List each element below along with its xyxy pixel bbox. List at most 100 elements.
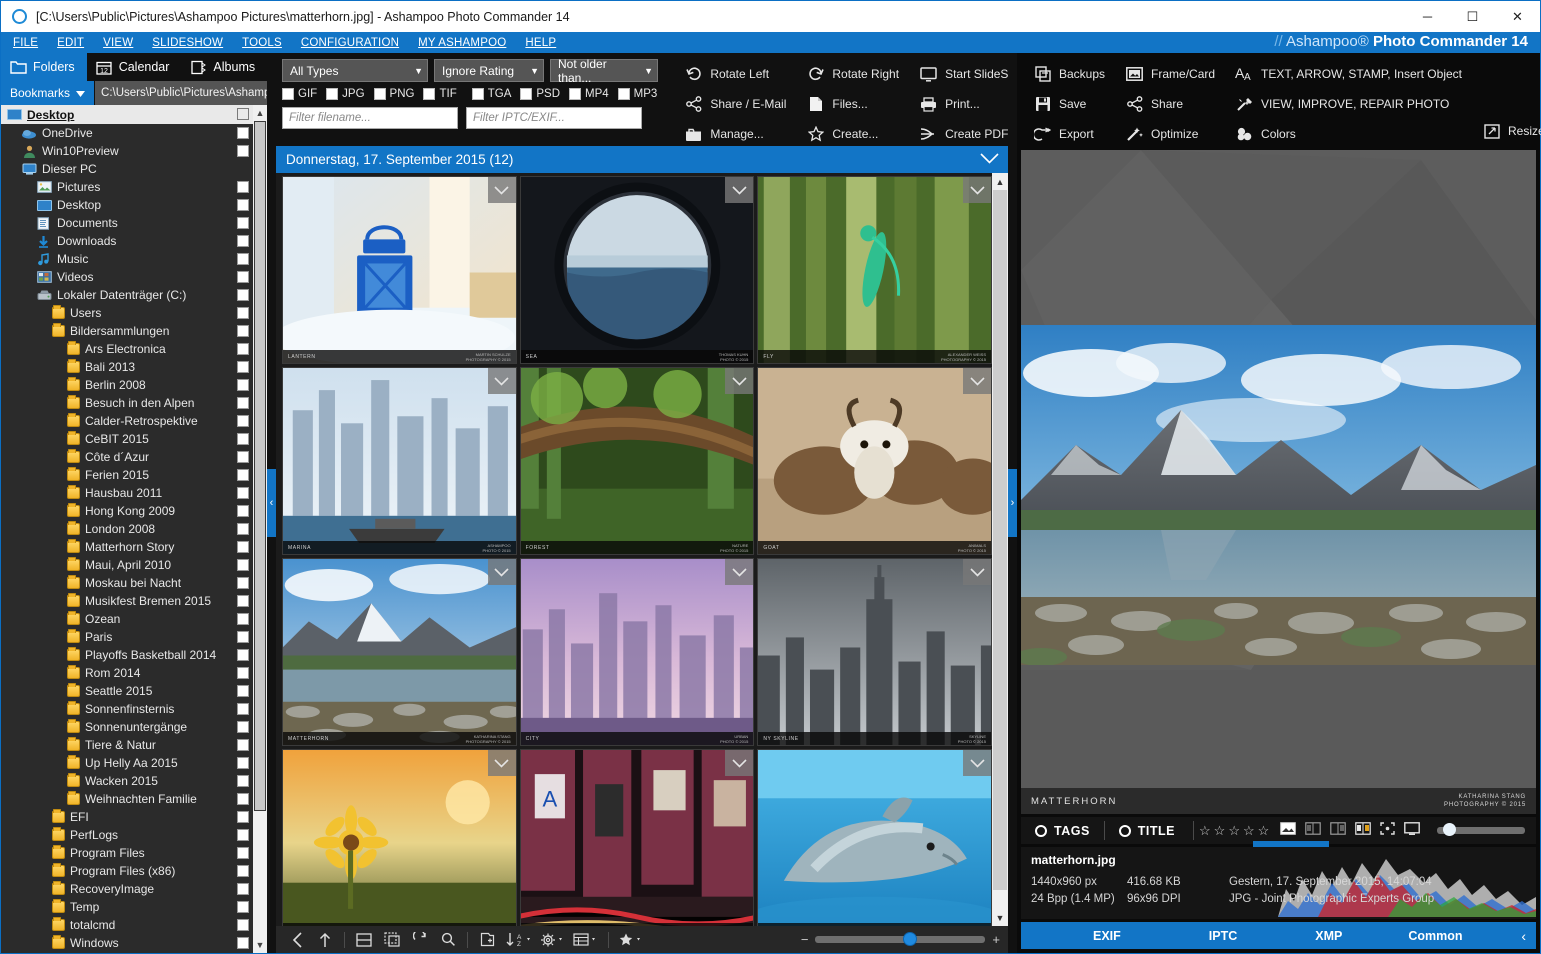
editor-view-improve-repair-photo[interactable]: VIEW, IMPROVE, REPAIR PHOTO <box>1231 96 1478 112</box>
tree-item[interactable]: Maui, April 2010 <box>1 556 253 574</box>
tree-item-checkbox[interactable] <box>237 487 249 499</box>
thumbnail-item[interactable]: MATTERHORNKATHARINA STANGPHOTOGRAPHY © 2… <box>282 558 517 746</box>
rating-filter-select[interactable]: Ignore Rating ▼ <box>434 59 544 82</box>
collapse-metadata-button[interactable]: ‹ <box>1521 928 1526 944</box>
tab-xmp[interactable]: XMP <box>1315 929 1342 943</box>
format-checkbox-tga[interactable]: TGA <box>472 88 512 100</box>
path-breadcrumb[interactable]: C:\Users\Public\Pictures\Ashampoo Pictur… <box>95 81 267 105</box>
tree-item-checkbox[interactable] <box>237 883 249 895</box>
folder-tree[interactable]: DesktopOneDriveWin10PreviewDieser PCPict… <box>1 105 253 953</box>
tree-item[interactable]: Program Files <box>1 844 253 862</box>
image-view-icon[interactable] <box>1280 822 1296 840</box>
tab-albums[interactable]: Albums <box>181 53 267 81</box>
thumbnail-item[interactable]: NY SKYLINESKYLINEPHOTO © 2015 <box>757 558 992 746</box>
preview-zoom-slider[interactable] <box>1437 827 1525 834</box>
tree-item[interactable]: Videos <box>1 268 253 286</box>
tree-item[interactable]: Hong Kong 2009 <box>1 502 253 520</box>
tree-item-checkbox[interactable] <box>237 505 249 517</box>
thumbnail-menu-button[interactable] <box>488 559 516 585</box>
thumbnail-menu-button[interactable] <box>963 177 991 203</box>
tree-item-checkbox[interactable] <box>237 595 249 607</box>
scroll-down-icon[interactable]: ▼ <box>253 937 267 953</box>
fullscreen-icon[interactable] <box>1404 822 1420 840</box>
menu-tools[interactable]: TOOLS <box>242 37 282 49</box>
format-checkbox-psd[interactable]: PSD <box>520 88 560 100</box>
grid-scrollbar[interactable]: ▲ ▼ <box>992 173 1008 926</box>
tab-calendar[interactable]: 12 Calendar <box>87 53 182 81</box>
tree-item-checkbox[interactable] <box>237 937 249 949</box>
compare-left-icon[interactable] <box>1305 822 1321 840</box>
age-filter-select[interactable]: Not older than... ▼ <box>550 59 658 82</box>
editor-export[interactable]: Export <box>1029 127 1121 142</box>
tool-rotate-left[interactable]: Rotate Left <box>680 66 802 82</box>
tree-item-checkbox[interactable] <box>237 469 249 481</box>
tree-item-checkbox[interactable] <box>237 199 249 211</box>
tree-item[interactable]: Dieser PC <box>1 160 253 178</box>
tree-item-checkbox[interactable] <box>237 451 249 463</box>
tree-item-checkbox[interactable] <box>237 667 249 679</box>
tree-item-checkbox[interactable] <box>237 919 249 931</box>
tree-item[interactable]: Berlin 2008 <box>1 376 253 394</box>
tree-root-desktop[interactable]: Desktop <box>1 105 253 124</box>
format-checkbox-mp3[interactable]: MP3 <box>618 88 658 100</box>
tree-item[interactable]: OneDrive <box>1 124 253 142</box>
format-checkbox-jpg[interactable]: JPG <box>326 88 364 100</box>
editor-resize[interactable]: Resize <box>1478 124 1541 139</box>
tree-item[interactable]: Rom 2014 <box>1 664 253 682</box>
tree-item-checkbox[interactable] <box>237 847 249 859</box>
tree-item-checkbox[interactable] <box>237 325 249 337</box>
tree-item[interactable]: Musikfest Bremen 2015 <box>1 592 253 610</box>
tree-item[interactable]: RecoveryImage <box>1 880 253 898</box>
tree-item[interactable]: EFI <box>1 808 253 826</box>
tree-item-checkbox[interactable] <box>237 415 249 427</box>
tool-files[interactable]: Files... <box>802 96 915 112</box>
tree-item[interactable]: Lokaler Datenträger (C:) <box>1 286 253 304</box>
tree-item-checkbox[interactable] <box>237 775 249 787</box>
tree-item-checkbox[interactable] <box>237 613 249 625</box>
tool-create[interactable]: Create... <box>802 126 915 142</box>
zoom-in-button[interactable]: + <box>992 932 1000 947</box>
back-icon[interactable] <box>284 929 310 951</box>
format-checkbox-png[interactable]: PNG <box>374 88 415 100</box>
tree-item-checkbox[interactable] <box>237 433 249 445</box>
thumbnail-menu-button[interactable] <box>488 750 516 776</box>
editor-save[interactable]: Save <box>1029 96 1121 112</box>
thumbnail-item[interactable]: ASQUARENIGHTPHOTO © 2015 <box>520 749 755 926</box>
bookmarks-dropdown[interactable]: Bookmarks <box>1 81 94 105</box>
thumbnail-item[interactable]: MARINAASHAMPOOPHOTO © 2015 <box>282 367 517 555</box>
tree-item-checkbox[interactable] <box>237 829 249 841</box>
zoom-slider[interactable] <box>815 936 985 943</box>
thumbnail-menu-button[interactable] <box>488 368 516 394</box>
menu-edit[interactable]: EDIT <box>57 37 84 49</box>
tree-item[interactable]: Up Helly Aa 2015 <box>1 754 253 772</box>
tree-item-checkbox[interactable] <box>237 685 249 697</box>
tree-item[interactable]: Bali 2013 <box>1 358 253 376</box>
format-checkbox-gif[interactable]: GIF <box>282 88 317 100</box>
tree-item-checkbox[interactable] <box>237 793 249 805</box>
tree-item[interactable]: Users <box>1 304 253 322</box>
editor-optimize[interactable]: Optimize <box>1121 126 1231 142</box>
tree-scroll-thumb[interactable] <box>254 121 266 811</box>
tree-item[interactable]: Ozean <box>1 610 253 628</box>
close-button[interactable]: ✕ <box>1495 1 1540 32</box>
menu-help[interactable]: HELP <box>525 37 556 49</box>
tree-item[interactable]: Calder-Retrospektive <box>1 412 253 430</box>
zoom-slider-knob[interactable] <box>903 932 917 946</box>
tree-item[interactable]: Tiere & Natur <box>1 736 253 754</box>
thumbnail-item[interactable]: SUNFLOWERFIELDPHOTO © 2015 <box>282 749 517 926</box>
tree-item-checkbox[interactable] <box>237 649 249 661</box>
tree-item-checkbox[interactable] <box>237 559 249 571</box>
rating-star[interactable]: ☆ <box>1214 823 1226 839</box>
thumbnail-item[interactable]: FLYALEXANDER WEISSPHOTOGRAPHY © 2015 <box>757 176 992 364</box>
tree-item[interactable]: Temp <box>1 898 253 916</box>
menu-my-ashampoo[interactable]: MY ASHAMPOO <box>418 37 506 49</box>
tree-item[interactable]: Sonnenfinsternis <box>1 700 253 718</box>
tree-item[interactable]: Hausbau 2011 <box>1 484 253 502</box>
tree-item-checkbox[interactable] <box>237 343 249 355</box>
tree-item-checkbox[interactable] <box>237 631 249 643</box>
thumbnail-menu-button[interactable] <box>488 177 516 203</box>
new-folder-icon[interactable] <box>474 929 500 951</box>
tool-manage[interactable]: Manage... <box>680 127 802 142</box>
tree-item[interactable]: Bildersammlungen <box>1 322 253 340</box>
tree-item-checkbox[interactable] <box>237 523 249 535</box>
